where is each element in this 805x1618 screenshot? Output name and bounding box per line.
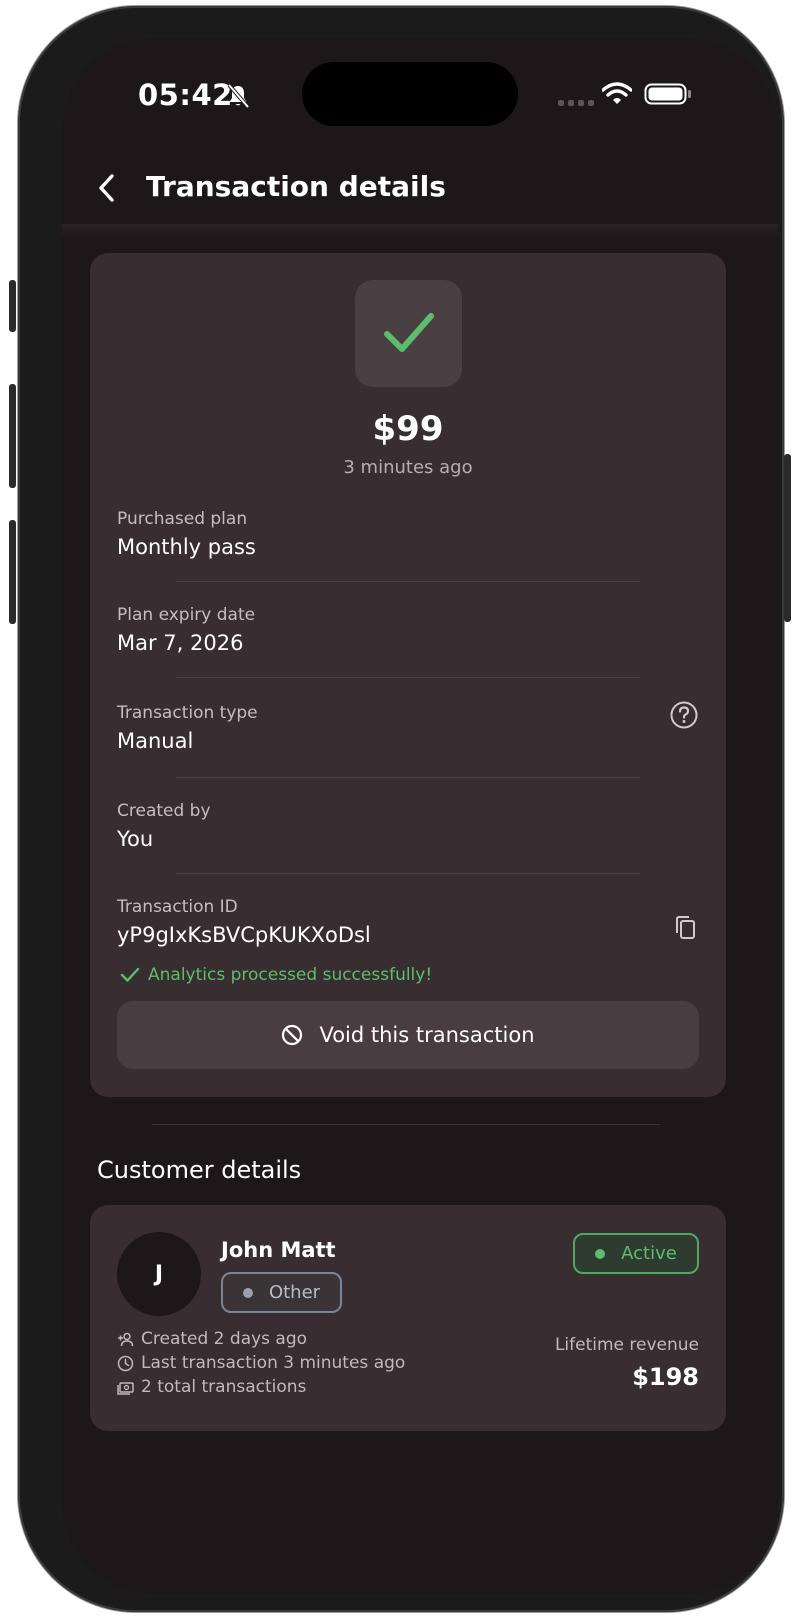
meta-total-transactions-text: 2 total transactions bbox=[141, 1377, 307, 1397]
mute-switch bbox=[9, 280, 16, 332]
person-add-icon bbox=[118, 1332, 134, 1346]
field-transaction-type: Transaction type Manual bbox=[117, 700, 699, 753]
divider bbox=[176, 873, 640, 874]
power-button bbox=[784, 454, 791, 622]
lifetime-revenue-value: $198 bbox=[632, 1363, 699, 1391]
void-transaction-label: Void this transaction bbox=[319, 1023, 535, 1047]
phone-frame: 05:42 Transaction details $99 3 minutes … bbox=[9, 6, 791, 1612]
field-value: Manual bbox=[117, 729, 194, 753]
field-plan-expiry: Plan expiry date Mar 7, 2026 bbox=[117, 605, 699, 655]
field-label: Created by bbox=[117, 801, 211, 821]
block-icon bbox=[282, 1024, 303, 1046]
customer-card[interactable]: J John Matt Other Active Created 2 days … bbox=[90, 1205, 726, 1431]
transaction-time-ago: 3 minutes ago bbox=[343, 457, 473, 478]
wifi-icon bbox=[602, 82, 632, 104]
section-divider bbox=[152, 1124, 660, 1125]
avatar: J bbox=[117, 1232, 201, 1316]
field-label: Transaction ID bbox=[117, 897, 238, 917]
void-transaction-button[interactable]: Void this transaction bbox=[117, 1001, 699, 1069]
divider bbox=[176, 677, 640, 678]
analytics-status: Analytics processed successfully! bbox=[120, 965, 432, 985]
clock-icon bbox=[117, 1355, 134, 1371]
meta-last-transaction-text: Last transaction 3 minutes ago bbox=[141, 1353, 406, 1373]
field-value: Monthly pass bbox=[117, 535, 256, 559]
analytics-status-text: Analytics processed successfully! bbox=[148, 965, 433, 985]
field-label: Plan expiry date bbox=[117, 605, 256, 625]
status-bar: 05:42 bbox=[62, 38, 778, 158]
type-dot bbox=[242, 1287, 253, 1298]
status-dot bbox=[595, 1248, 606, 1259]
signal-icon bbox=[558, 100, 594, 106]
field-value: You bbox=[117, 827, 154, 851]
customer-type-label: Other bbox=[268, 1282, 321, 1303]
status-time: 05:42 bbox=[138, 78, 233, 112]
transaction-amount: $99 bbox=[372, 409, 444, 449]
field-created-by: Created by You bbox=[117, 801, 699, 851]
divider bbox=[176, 581, 640, 582]
dynamic-island bbox=[302, 62, 518, 126]
divider bbox=[176, 777, 640, 778]
field-value: Mar 7, 2026 bbox=[117, 631, 244, 655]
transaction-card: $99 3 minutes ago Purchased plan Monthly… bbox=[90, 253, 726, 1097]
status-badge-label: Active bbox=[621, 1243, 677, 1264]
status-tile bbox=[355, 280, 462, 387]
screen: 05:42 Transaction details $99 3 minutes … bbox=[62, 38, 778, 1594]
status-badge: Active bbox=[573, 1233, 699, 1274]
bell-slash-icon bbox=[227, 83, 250, 109]
check-icon bbox=[120, 967, 140, 982]
field-transaction-id: Transaction ID yP9gIxKsBVCpKUKXoDsl bbox=[117, 897, 699, 947]
meta-created-text: Created 2 days ago bbox=[141, 1329, 308, 1349]
app-bar-divider bbox=[62, 224, 778, 238]
volume-down-button bbox=[9, 520, 16, 624]
meta-created: Created 2 days ago bbox=[117, 1329, 307, 1349]
volume-up-button bbox=[9, 384, 16, 488]
copy-icon[interactable] bbox=[673, 915, 697, 941]
field-label: Purchased plan bbox=[117, 509, 248, 529]
customer-name: John Matt bbox=[221, 1238, 336, 1262]
question-circle-icon[interactable] bbox=[669, 700, 699, 730]
customer-section-title: Customer details bbox=[97, 1156, 302, 1184]
lifetime-revenue-label: Lifetime revenue bbox=[554, 1335, 699, 1355]
chevron-left-icon[interactable] bbox=[92, 170, 122, 206]
app-bar: Transaction details bbox=[62, 148, 778, 228]
check-icon bbox=[384, 313, 434, 352]
field-label: Transaction type bbox=[117, 703, 258, 723]
battery-icon bbox=[644, 83, 691, 105]
field-purchased-plan: Purchased plan Monthly pass bbox=[117, 509, 699, 559]
meta-total-transactions: 2 total transactions bbox=[117, 1377, 306, 1397]
transaction-id-value: yP9gIxKsBVCpKUKXoDsl bbox=[117, 923, 371, 947]
meta-last-transaction: Last transaction 3 minutes ago bbox=[117, 1353, 405, 1373]
page-title: Transaction details bbox=[146, 170, 446, 203]
customer-type-badge: Other bbox=[221, 1272, 342, 1313]
cash-icon bbox=[117, 1381, 134, 1395]
